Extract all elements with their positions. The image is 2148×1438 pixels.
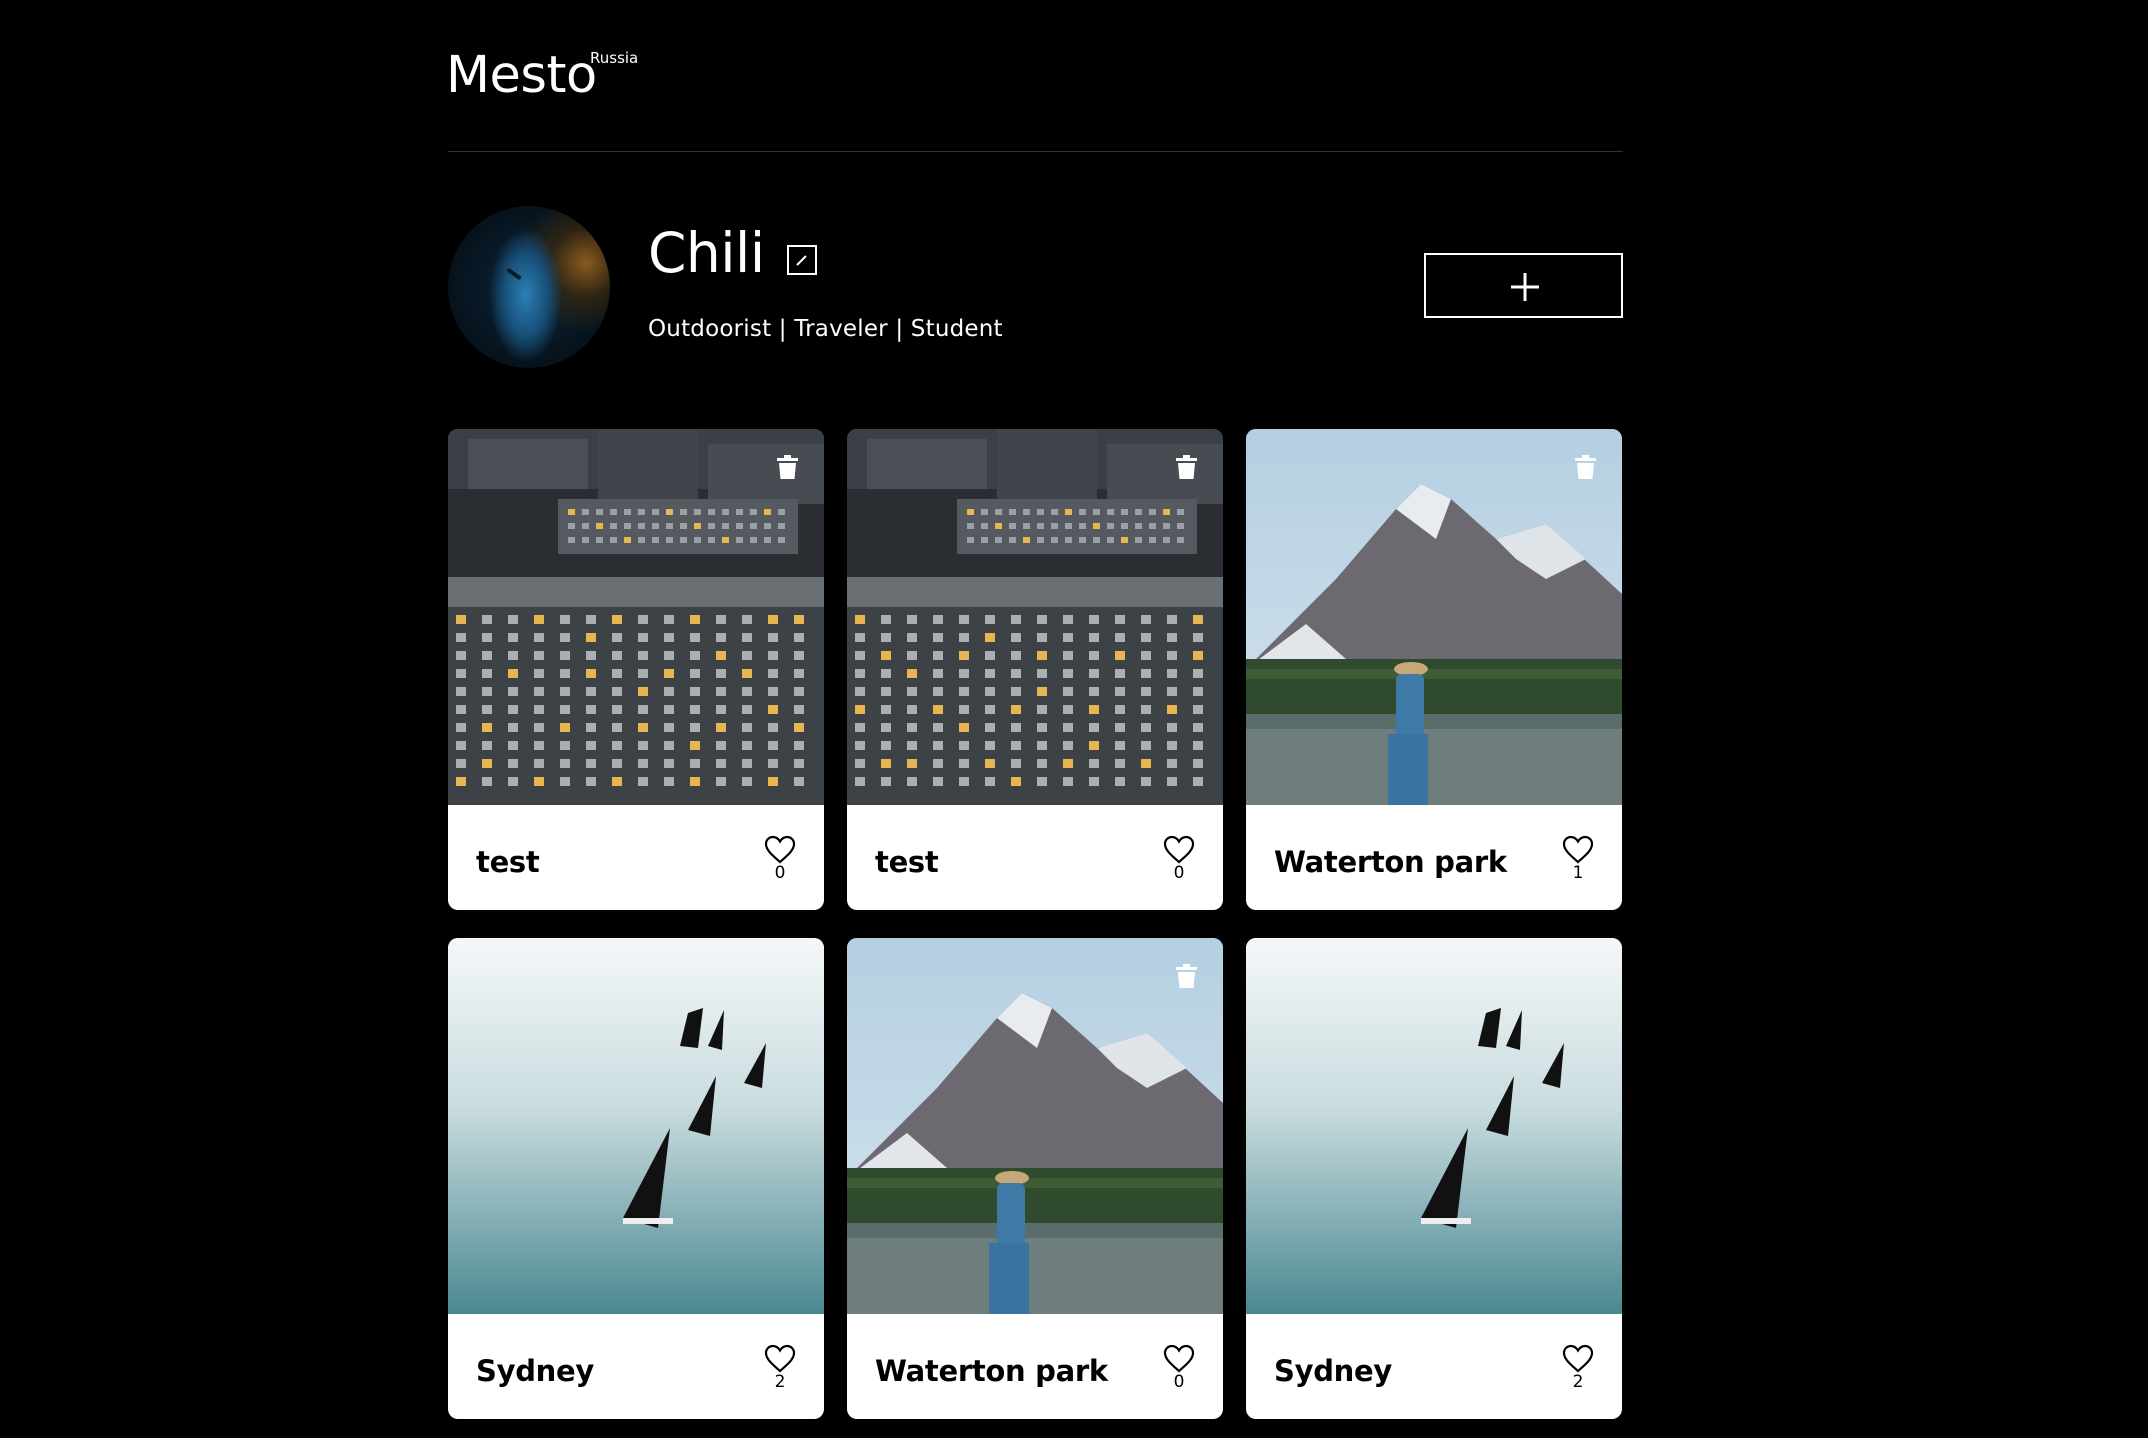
card-title: Sydney [476, 1354, 594, 1388]
like-count: 2 [774, 1372, 786, 1392]
header: Mesto Russia [446, 0, 1623, 152]
card-title: Sydney [1274, 1354, 1392, 1388]
pencil-icon [795, 254, 807, 266]
profile-name-row: Chili [648, 226, 817, 281]
like-count: 1 [1572, 863, 1584, 883]
like-button[interactable] [1561, 1344, 1595, 1374]
card: test 0 [847, 429, 1223, 910]
logo-text: Mesto [446, 46, 597, 105]
card: test 0 [448, 429, 824, 910]
like-button[interactable] [1561, 835, 1595, 865]
like-count: 0 [1173, 863, 1185, 883]
heart-icon [1163, 1344, 1195, 1373]
like-button[interactable] [763, 1344, 797, 1374]
delete-card-button[interactable] [1575, 455, 1596, 479]
like-button[interactable] [763, 835, 797, 865]
heart-icon [1562, 1344, 1594, 1373]
heart-icon [764, 835, 796, 864]
card-image[interactable] [847, 429, 1223, 805]
add-card-button[interactable] [1424, 253, 1623, 318]
card: Sydney 2 [448, 938, 824, 1419]
card: Waterton park 1 [1246, 429, 1622, 910]
like-button[interactable] [1162, 835, 1196, 865]
like-group: 0 [1162, 835, 1196, 882]
like-count: 0 [1173, 1372, 1185, 1392]
card-image[interactable] [1246, 938, 1622, 1314]
profile-name: Chili [648, 221, 765, 285]
card-image[interactable] [448, 429, 824, 805]
heart-icon [764, 1344, 796, 1373]
card: Sydney 2 [1246, 938, 1622, 1419]
logo-region: Russia [590, 49, 639, 67]
cards-grid: test 0 test 0 Waterton park 1 Sydney 2 W… [448, 429, 1623, 1419]
like-group: 0 [763, 835, 797, 882]
card-title: test [875, 845, 939, 879]
profile-about: Outdoorist | Traveler | Student [648, 316, 1003, 342]
card-title: Waterton park [1274, 845, 1507, 879]
logo: Mesto [446, 50, 597, 101]
delete-card-button[interactable] [1176, 964, 1197, 988]
trash-icon [1176, 964, 1197, 988]
like-count: 0 [774, 863, 786, 883]
card-image[interactable] [448, 938, 824, 1314]
like-button[interactable] [1162, 1344, 1196, 1374]
card-image[interactable] [847, 938, 1223, 1314]
heart-icon [1163, 835, 1195, 864]
like-count: 2 [1572, 1372, 1584, 1392]
avatar[interactable] [448, 206, 610, 368]
plus-icon [1511, 273, 1539, 301]
like-group: 0 [1162, 1344, 1196, 1391]
heart-icon [1562, 835, 1594, 864]
edit-profile-button[interactable] [786, 244, 817, 275]
like-group: 2 [1561, 1344, 1595, 1391]
like-group: 2 [763, 1344, 797, 1391]
avatar-diver [506, 267, 522, 281]
trash-icon [777, 455, 798, 479]
card-title: Waterton park [875, 1354, 1108, 1388]
trash-icon [1176, 455, 1197, 479]
card-image[interactable] [1246, 429, 1622, 805]
profile: Chili Outdoorist | Traveler | Student [448, 152, 1623, 429]
card: Waterton park 0 [847, 938, 1223, 1419]
delete-card-button[interactable] [777, 455, 798, 479]
page: Mesto Russia Chili Outdoorist | Traveler… [446, 0, 1623, 1419]
delete-card-button[interactable] [1176, 455, 1197, 479]
trash-icon [1575, 455, 1596, 479]
like-group: 1 [1561, 835, 1595, 882]
card-title: test [476, 845, 540, 879]
